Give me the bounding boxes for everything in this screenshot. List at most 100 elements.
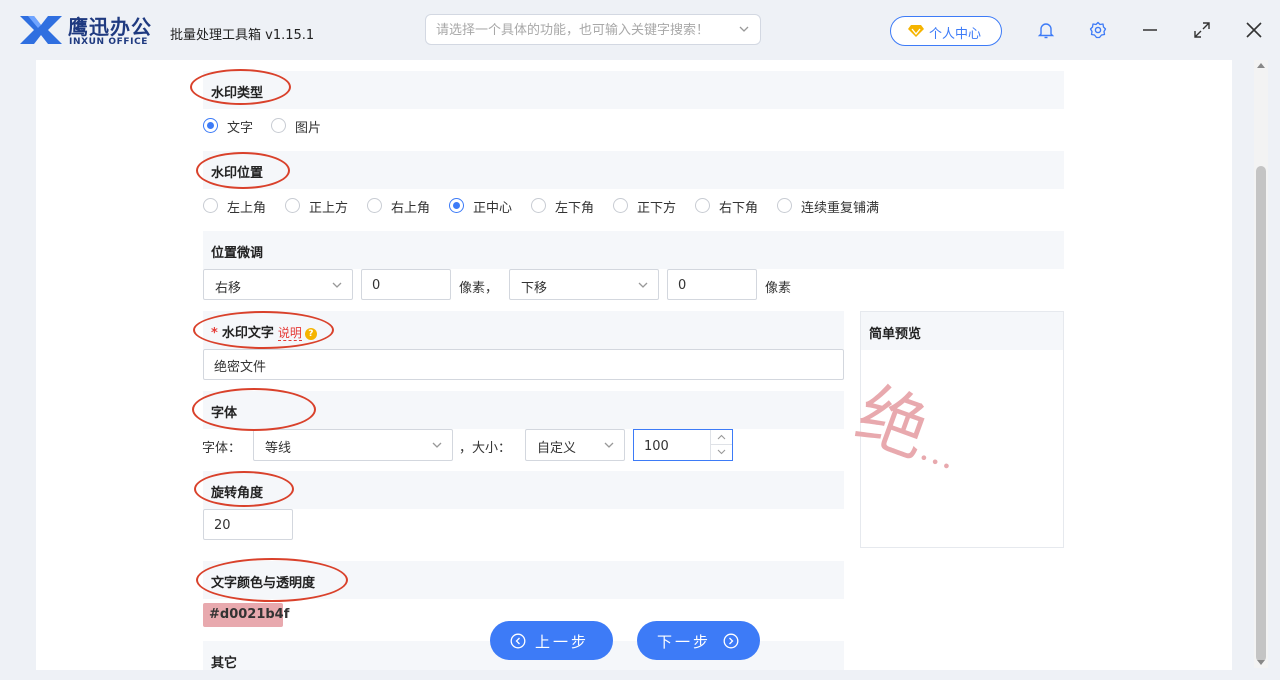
watermark-position-options: 左上角 正上方 右上角 正中心 左下角 正下方 右下角 连续重复铺满 <box>203 196 1064 216</box>
user-center-label: 个人中心 <box>929 26 982 41</box>
search-input[interactable] <box>436 21 726 39</box>
radio-circle-icon[interactable] <box>285 198 300 213</box>
radio-label: 右上角 <box>391 201 431 216</box>
font-size-field[interactable] <box>644 437 704 455</box>
radio-circle-icon[interactable] <box>203 198 218 213</box>
watermark-text-input[interactable] <box>203 349 844 380</box>
section-font: 字体 <box>203 391 844 429</box>
chevron-down-icon[interactable] <box>637 279 649 291</box>
prev-step-button[interactable]: 上一步 <box>490 621 613 660</box>
scrollbar-thumb[interactable] <box>1256 166 1266 662</box>
select-value: 等线 <box>265 441 292 456</box>
function-search[interactable] <box>425 14 761 45</box>
close-icon[interactable] <box>1244 20 1264 40</box>
section-title: 文字颜色与透明度 <box>211 576 316 591</box>
stepper-controls <box>710 430 732 460</box>
section-title: 字体 <box>211 406 238 421</box>
section-watermark-text: * 水印文字 说明? <box>203 311 844 349</box>
unit-label: 像素， <box>459 281 499 296</box>
rotation-field[interactable] <box>214 516 285 534</box>
chevron-right-circle-icon <box>723 633 739 649</box>
radio-label: 正下方 <box>637 201 677 216</box>
font-family-select[interactable]: 等线 <box>253 429 453 461</box>
vertical-direction-select[interactable]: 下移 <box>509 269 659 300</box>
section-position-adjust: 位置微调 <box>203 231 1064 269</box>
section-title: 旋转角度 <box>211 486 264 501</box>
chevron-down-icon[interactable] <box>603 439 615 451</box>
font-size-stepper[interactable] <box>633 429 733 461</box>
radio-circle-icon[interactable] <box>531 198 546 213</box>
inxun-logo-icon <box>20 16 62 44</box>
section-title: * 水印文字 说明? <box>211 322 317 341</box>
explain-link[interactable]: 说明 <box>277 326 302 341</box>
section-title: 水印位置 <box>211 166 264 181</box>
maximize-icon[interactable] <box>1192 20 1212 40</box>
section-title: 其它 <box>211 656 238 671</box>
chevron-down-icon[interactable] <box>738 23 750 35</box>
radio-label: 左下角 <box>555 201 595 216</box>
title-bar: 鹰迅办公 INXUN OFFICE 批量处理工具箱 v1.15.1 个人中心 <box>0 0 1280 60</box>
brand-name: 鹰迅办公 <box>68 15 152 39</box>
chevron-down-icon[interactable] <box>431 439 443 451</box>
radio-circle-icon[interactable] <box>613 198 628 213</box>
gear-icon[interactable] <box>1088 20 1108 40</box>
section-color: 文字颜色与透明度 <box>203 561 844 599</box>
preview-header: 简单预览 <box>861 312 1063 350</box>
radio-circle-icon[interactable] <box>203 118 218 133</box>
radio-circle-icon[interactable] <box>271 118 286 133</box>
radio-label: 右下角 <box>719 201 759 216</box>
scroll-down-arrow-icon[interactable] <box>1257 660 1265 665</box>
horizontal-offset-input[interactable] <box>361 269 451 300</box>
color-picker[interactable]: #d0021b4f <box>203 603 289 627</box>
radio-circle-icon[interactable] <box>449 198 464 213</box>
next-step-button[interactable]: 下一步 <box>637 621 760 660</box>
section-title: 水印类型 <box>211 86 264 101</box>
chevron-left-circle-icon <box>510 633 526 649</box>
unit-label: 像素 <box>765 281 792 296</box>
radio-circle-icon[interactable] <box>367 198 382 213</box>
section-title-text: 水印文字 <box>221 326 274 341</box>
color-value: #d0021b4f <box>209 607 290 622</box>
prev-step-label: 上一步 <box>535 634 590 651</box>
radio-circle-icon[interactable] <box>777 198 792 213</box>
horizontal-direction-select[interactable]: 右移 <box>203 269 353 300</box>
chevron-up-icon[interactable] <box>711 430 732 444</box>
minimize-icon[interactable] <box>1140 20 1160 40</box>
scroll-up-arrow-icon[interactable] <box>1257 63 1265 68</box>
stepper-up[interactable] <box>711 430 732 445</box>
radio-label: 正中心 <box>473 201 513 216</box>
next-step-label: 下一步 <box>657 634 712 651</box>
vertical-offset-input[interactable] <box>667 269 757 300</box>
radio-label: 左上角 <box>227 201 267 216</box>
radio-label: 正上方 <box>309 201 349 216</box>
app-title: 批量处理工具箱 v1.15.1 <box>170 28 315 43</box>
select-value: 下移 <box>521 281 548 296</box>
section-watermark-position: 水印位置 <box>203 151 1064 189</box>
font-family-label: 字体： <box>202 441 242 456</box>
radio-label: 连续重复铺满 <box>801 201 880 216</box>
user-center-button[interactable]: 个人中心 <box>890 16 1002 46</box>
horizontal-offset-field[interactable] <box>372 276 443 294</box>
font-size-mode-select[interactable]: 自定义 <box>525 429 625 461</box>
rotation-input[interactable] <box>203 509 293 540</box>
select-value: 自定义 <box>537 441 577 456</box>
help-icon[interactable]: ? <box>304 328 317 340</box>
chevron-down-icon[interactable] <box>711 445 732 459</box>
font-size-label: ，大小： <box>459 441 512 456</box>
section-rotation: 旋转角度 <box>203 471 844 509</box>
required-mark: * <box>211 326 218 341</box>
radio-label: 文字 <box>227 121 254 136</box>
diamond-icon <box>908 25 924 37</box>
stepper-down[interactable] <box>711 445 732 460</box>
section-title: 位置微调 <box>211 246 264 261</box>
vertical-scrollbar[interactable] <box>1254 60 1268 668</box>
select-value: 右移 <box>215 281 242 296</box>
watermark-text-field[interactable] <box>214 356 726 374</box>
bell-icon[interactable] <box>1036 20 1056 40</box>
radio-circle-icon[interactable] <box>695 198 710 213</box>
preview-title: 简单预览 <box>869 327 922 342</box>
brand-subtitle: INXUN OFFICE <box>69 37 149 47</box>
vertical-offset-field[interactable] <box>678 276 749 294</box>
chevron-down-icon[interactable] <box>331 279 343 291</box>
radio-label: 图片 <box>295 121 322 136</box>
